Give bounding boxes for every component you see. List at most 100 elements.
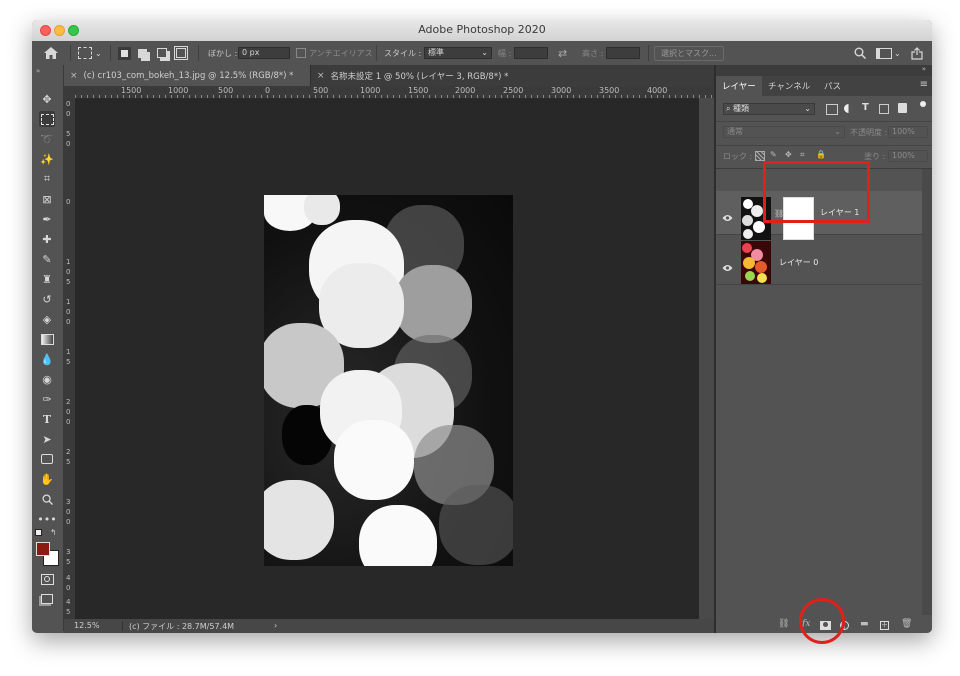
ruler-tick: 4 xyxy=(66,598,71,606)
tab-untitled-document[interactable]: × 名称未設定 1 @ 50% (レイヤー 3, RGB/8*) * xyxy=(310,65,521,86)
ruler-tick: 1000 xyxy=(168,86,189,95)
ruler-origin[interactable] xyxy=(64,86,75,98)
folder-icon[interactable]: ▬ xyxy=(860,619,869,629)
close-tab-icon[interactable]: × xyxy=(317,71,325,81)
share-icon[interactable] xyxy=(911,41,923,65)
antialias-checkbox[interactable] xyxy=(296,48,306,58)
ruler-tick: 0 xyxy=(66,318,71,326)
fill-input[interactable]: 100% xyxy=(888,150,928,162)
height-input[interactable] xyxy=(606,47,640,59)
collapse-icon[interactable]: » xyxy=(36,67,40,75)
zoom-tool-icon[interactable] xyxy=(39,491,55,507)
dodge-tool-icon[interactable]: ◉ xyxy=(39,371,55,387)
vertical-scrollbar[interactable] xyxy=(699,98,714,619)
magic-wand-tool-icon[interactable]: ✨ xyxy=(39,151,55,167)
add-selection-icon[interactable] xyxy=(138,41,147,65)
options-bar: ⌄ ぼかし : 0 px アンチエイリアス スタイル : 標準 ⌄ 幅 : ⇄ … xyxy=(32,41,932,66)
chevron-down-icon: ⌄ xyxy=(834,127,841,136)
quick-mask-icon[interactable] xyxy=(39,571,55,587)
highlight-layer-mask-box xyxy=(763,161,870,223)
file-info[interactable]: (c) ファイル : 28.7M/57.4M xyxy=(122,621,247,631)
healing-brush-tool-icon[interactable]: ✚ xyxy=(39,231,55,247)
crop-tool-icon[interactable]: ⌗ xyxy=(39,171,55,187)
intersect-selection-icon[interactable] xyxy=(174,41,188,65)
panel-collapse-icon[interactable]: » xyxy=(922,65,926,73)
layer-row-layer-0[interactable]: レイヤー 0 xyxy=(716,241,922,285)
feather-input[interactable]: 0 px xyxy=(238,47,290,59)
layers-scrollbar[interactable] xyxy=(922,169,932,615)
document-tab-bar: × (c) cr103_com_bokeh_13.jpg @ 12.5% (RG… xyxy=(64,65,714,86)
title-bar: Adobe Photoshop 2020 xyxy=(32,20,932,42)
lock-transparency-icon[interactable] xyxy=(755,151,765,161)
new-layer-icon[interactable]: + xyxy=(880,621,889,630)
move-tool-icon[interactable]: ✥ xyxy=(39,91,55,107)
lock-all-icon[interactable]: 🔒 xyxy=(816,150,826,159)
blur-tool-icon[interactable]: 💧 xyxy=(39,351,55,367)
path-selection-tool-icon[interactable]: ➤ xyxy=(39,431,55,447)
new-selection-icon[interactable] xyxy=(118,41,131,65)
ruler-tick: 3 xyxy=(66,498,71,506)
brush-tool-icon[interactable]: ✎ xyxy=(39,251,55,267)
width-input[interactable] xyxy=(514,47,548,59)
history-brush-tool-icon[interactable]: ↺ xyxy=(39,291,55,307)
tab-channels[interactable]: チャンネル xyxy=(762,76,816,96)
workspace-icon[interactable]: ⌄ xyxy=(876,41,901,65)
type-filter-icon[interactable]: T xyxy=(862,102,869,113)
lock-position-icon[interactable]: ✥ xyxy=(785,150,792,159)
panel-menu-icon[interactable]: ≡ xyxy=(920,79,928,90)
style-select[interactable]: 標準 ⌄ xyxy=(424,47,492,59)
lasso-tool-icon[interactable]: ➰ xyxy=(39,131,55,147)
type-tool-icon[interactable]: T xyxy=(39,411,55,427)
blend-mode-select[interactable]: 通常 ⌄ xyxy=(723,126,845,138)
home-icon[interactable] xyxy=(44,41,58,65)
frame-tool-icon[interactable]: ⊠ xyxy=(39,191,55,207)
gradient-tool-icon[interactable] xyxy=(39,331,55,347)
lock-pixels-icon[interactable]: ✎ xyxy=(770,150,777,159)
opacity-input[interactable]: 100% xyxy=(888,126,928,138)
smart-object-filter-icon[interactable] xyxy=(898,103,907,113)
more-tools-icon[interactable]: ••• xyxy=(37,511,56,527)
filter-toggle[interactable] xyxy=(920,101,926,107)
antialias-label: アンチエイリアス xyxy=(309,48,373,58)
tab-paths[interactable]: パス xyxy=(818,76,847,96)
chevron-down-icon: ⌄ xyxy=(481,48,488,57)
rectangle-tool-icon[interactable] xyxy=(39,451,55,467)
eyedropper-tool-icon[interactable]: ✒ xyxy=(39,211,55,227)
layer-name[interactable]: レイヤー 0 xyxy=(779,257,818,268)
screen-mode-icon[interactable] xyxy=(39,591,55,607)
shape-filter-icon[interactable] xyxy=(879,104,889,114)
ruler-tick: 500 xyxy=(218,86,234,95)
link-layers-icon[interactable]: ⛓ xyxy=(778,619,789,629)
pen-tool-icon[interactable]: ✑ xyxy=(39,391,55,407)
eye-icon[interactable] xyxy=(722,207,733,226)
stamp-tool-icon[interactable]: ♜ xyxy=(39,271,55,287)
pixel-filter-icon[interactable] xyxy=(826,104,838,115)
hand-tool-icon[interactable]: ✋ xyxy=(39,471,55,487)
ruler-tick: 0 xyxy=(66,268,71,276)
swap-icon[interactable]: ⇄ xyxy=(558,41,567,65)
marquee-preset-icon[interactable]: ⌄ xyxy=(78,41,102,65)
subtract-selection-icon[interactable] xyxy=(157,41,167,65)
horizontal-ruler[interactable]: 1500 1000 500 0 500 1000 1500 2000 2500 … xyxy=(75,86,714,99)
default-colors-icon[interactable] xyxy=(35,529,43,536)
lock-artboard-icon[interactable]: ⌗ xyxy=(800,150,805,160)
foreground-color-swatch[interactable] xyxy=(36,542,50,556)
document-canvas[interactable] xyxy=(75,99,699,619)
panel-tab-bar: レイヤー チャンネル パス ≡ xyxy=(716,76,932,96)
tab-layers[interactable]: レイヤー xyxy=(716,76,762,96)
trash-icon[interactable]: 🗑 xyxy=(901,619,912,629)
search-icon[interactable] xyxy=(854,41,866,65)
status-menu-arrow[interactable]: › xyxy=(274,621,277,630)
select-and-mask-button[interactable]: 選択とマスク... xyxy=(654,45,724,61)
marquee-tool-icon[interactable] xyxy=(39,111,55,127)
swap-colors-icon[interactable]: ↰ xyxy=(50,528,57,537)
ruler-tick: 2 xyxy=(66,398,71,406)
adjustment-filter-icon[interactable] xyxy=(844,104,853,113)
eye-icon[interactable] xyxy=(722,257,733,276)
eraser-tool-icon[interactable]: ◈ xyxy=(39,311,55,327)
tab-bokeh-document[interactable]: × (c) cr103_com_bokeh_13.jpg @ 12.5% (RG… xyxy=(64,65,310,86)
ruler-tick: 5 xyxy=(66,458,71,466)
zoom-level[interactable]: 12.5% xyxy=(74,621,99,630)
close-tab-icon[interactable]: × xyxy=(70,71,78,81)
layer-filter-select[interactable]: ⌕ 種類 ⌄ xyxy=(723,103,815,115)
